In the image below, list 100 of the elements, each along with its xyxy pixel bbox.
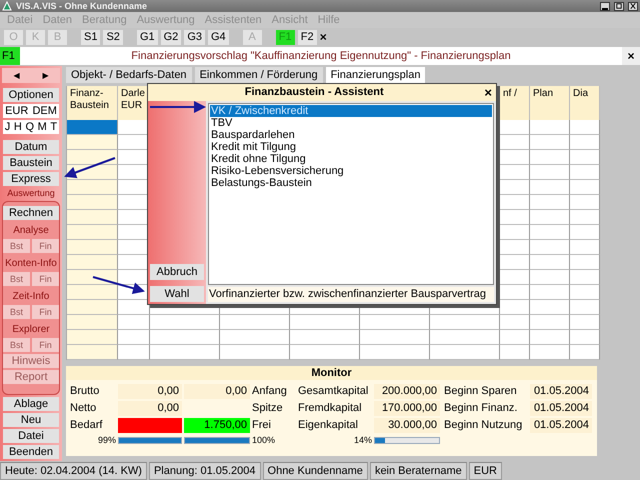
table-cell[interactable] <box>530 330 570 345</box>
table-cell[interactable] <box>570 270 600 285</box>
close-button[interactable]: × <box>480 85 496 100</box>
table-cell[interactable] <box>570 345 600 360</box>
table-cell[interactable] <box>530 195 570 210</box>
table-cell[interactable] <box>570 255 600 270</box>
table-cell[interactable] <box>500 165 530 180</box>
table-cell[interactable] <box>67 315 118 330</box>
table-cell[interactable] <box>360 345 430 360</box>
table-cell[interactable] <box>570 135 600 150</box>
table-cell[interactable] <box>570 300 600 315</box>
table-cell[interactable] <box>67 150 118 165</box>
table-cell[interactable] <box>220 345 290 360</box>
toolbar-button[interactable]: G2 <box>160 30 182 45</box>
tab[interactable]: Finanzierungsplan <box>326 67 426 83</box>
table-cell[interactable] <box>530 225 570 240</box>
segment-option[interactable]: J <box>4 120 10 134</box>
table-cell[interactable] <box>500 210 530 225</box>
list-item[interactable]: TBV <box>210 117 492 129</box>
table-cell[interactable] <box>530 285 570 300</box>
table-cell[interactable] <box>570 150 600 165</box>
table-cell[interactable] <box>530 255 570 270</box>
table-cell[interactable] <box>530 135 570 150</box>
table-cell[interactable] <box>430 345 500 360</box>
segment-option[interactable]: DEM <box>32 104 57 118</box>
table-cell[interactable] <box>67 255 118 270</box>
toolbar-button[interactable]: S1 <box>81 30 100 45</box>
nav-arrow-button[interactable]: ▶ <box>38 68 52 83</box>
table-cell[interactable] <box>360 330 430 345</box>
sidebar-button[interactable]: Datum <box>3 140 59 154</box>
table-cell[interactable] <box>67 180 118 195</box>
minimize-button[interactable] <box>600 2 610 10</box>
table-cell[interactable] <box>290 315 360 330</box>
table-cell[interactable] <box>360 315 430 330</box>
table-cell[interactable] <box>500 285 530 300</box>
table-cell[interactable] <box>150 315 220 330</box>
sidebar-button[interactable]: Datei <box>3 429 59 443</box>
sidebar-button[interactable]: Neu <box>3 413 59 427</box>
table-cell[interactable] <box>67 345 118 360</box>
dialog-button[interactable]: Abbruch <box>150 264 204 280</box>
table-cell[interactable] <box>570 315 600 330</box>
list-item[interactable]: Bauspardarlehen <box>210 129 492 141</box>
table-cell[interactable] <box>67 300 118 315</box>
table-cell[interactable] <box>530 150 570 165</box>
sidebar-button[interactable]: Beenden <box>3 445 59 459</box>
table-cell[interactable] <box>67 120 118 135</box>
list-item[interactable]: Belastungs-Baustein <box>210 177 492 189</box>
close-button[interactable] <box>628 2 638 10</box>
table-cell[interactable] <box>570 225 600 240</box>
table-cell[interactable] <box>500 270 530 285</box>
sidebar-button[interactable]: Rechnen <box>3 206 59 220</box>
table-cell[interactable] <box>570 240 600 255</box>
table-cell[interactable] <box>570 195 600 210</box>
table-cell[interactable] <box>530 270 570 285</box>
tab[interactable]: Objekt- / Bedarfs-Daten <box>66 67 192 83</box>
close-button[interactable]: × <box>622 47 640 65</box>
table-cell[interactable] <box>530 120 570 135</box>
table-cell[interactable] <box>530 300 570 315</box>
table-cell[interactable] <box>67 285 118 300</box>
table-cell[interactable] <box>67 195 118 210</box>
table-cell[interactable] <box>500 345 530 360</box>
sidebar-button[interactable]: Ablage <box>3 397 59 411</box>
table-cell[interactable] <box>570 285 600 300</box>
sidebar-button[interactable]: Express <box>3 172 59 186</box>
sidebar-button[interactable]: Baustein <box>3 156 59 170</box>
table-cell[interactable] <box>500 120 530 135</box>
dialog-button[interactable]: Wahl <box>150 286 204 302</box>
table-cell[interactable] <box>67 330 118 345</box>
table-cell[interactable] <box>570 120 600 135</box>
table-cell[interactable] <box>570 330 600 345</box>
table-cell[interactable] <box>290 345 360 360</box>
table-cell[interactable] <box>67 225 118 240</box>
table-cell[interactable] <box>570 165 600 180</box>
table-cell[interactable] <box>530 240 570 255</box>
segment-option[interactable]: M <box>38 120 47 134</box>
table-cell[interactable] <box>500 315 530 330</box>
segment-option[interactable]: H <box>14 120 22 134</box>
toolbar-button[interactable]: S2 <box>103 30 123 45</box>
table-cell[interactable] <box>67 210 118 225</box>
list-item[interactable]: Kredit ohne Tilgung <box>210 153 492 165</box>
table-cell[interactable] <box>500 255 530 270</box>
toolbar-button[interactable]: G4 <box>208 30 229 45</box>
table-cell[interactable] <box>500 180 530 195</box>
table-cell[interactable] <box>430 315 500 330</box>
table-cell[interactable] <box>67 240 118 255</box>
table-cell[interactable] <box>500 135 530 150</box>
table-cell[interactable] <box>118 330 150 345</box>
table-cell[interactable] <box>118 315 150 330</box>
table-cell[interactable] <box>67 270 118 285</box>
toolbar-button[interactable]: F2 <box>298 30 317 45</box>
table-cell[interactable] <box>430 330 500 345</box>
table-cell[interactable] <box>500 240 530 255</box>
table-cell[interactable] <box>500 300 530 315</box>
list-item[interactable]: Risiko-Lebensversicherung <box>210 165 492 177</box>
segment-option[interactable]: T <box>50 120 58 134</box>
sidebar-button[interactable]: Optionen <box>3 88 59 102</box>
segment-option[interactable]: Q <box>25 120 34 134</box>
list-item[interactable]: Kredit mit Tilgung <box>210 141 492 153</box>
table-cell[interactable] <box>500 225 530 240</box>
segment-option[interactable]: EUR <box>5 104 28 118</box>
